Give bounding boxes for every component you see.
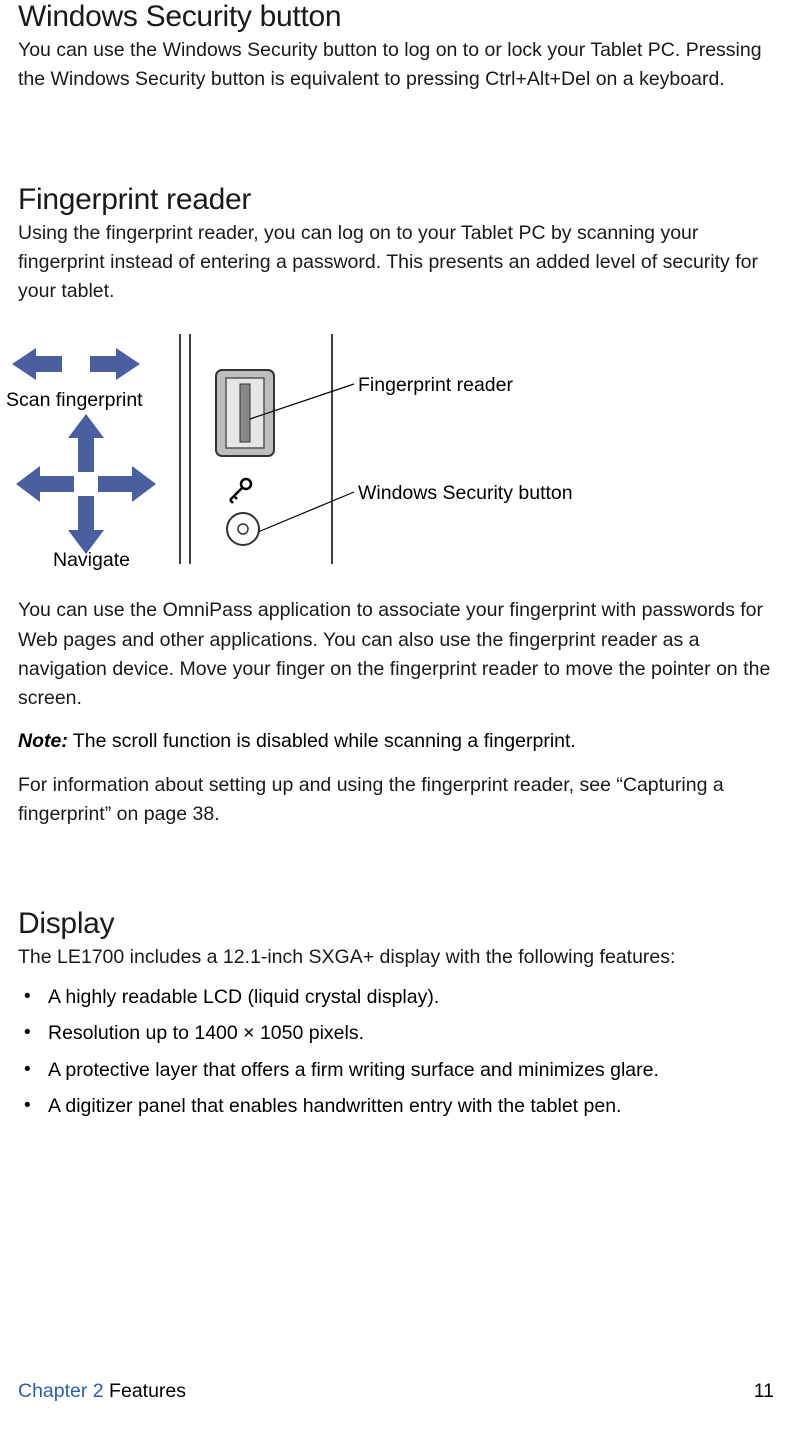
footer-chapter-label: Chapter 2 — [18, 1380, 104, 1402]
page-footer: Chapter 2 Features 11 — [18, 1380, 774, 1403]
list-item: Resolution up to 1400 × 1050 pixels. — [18, 1018, 774, 1048]
footer-page-number: 11 — [754, 1380, 774, 1403]
footer-chapter-name: Features — [104, 1380, 186, 1402]
note-label: Note: — [18, 730, 68, 752]
navigate-label: Navigate — [53, 549, 130, 572]
display-feature-list: A highly readable LCD (liquid crystal di… — [18, 982, 774, 1121]
heading-display: Display — [18, 907, 774, 941]
list-item: A digitizer panel that enables handwritt… — [18, 1091, 774, 1121]
list-item: A protective layer that offers a firm wr… — [18, 1055, 774, 1085]
list-item: A highly readable LCD (liquid crystal di… — [18, 982, 774, 1012]
callout-lines-icon — [238, 374, 356, 544]
fingerprint-reader-callout-label: Fingerprint reader — [358, 374, 513, 397]
windows-security-callout-label: Windows Security button — [358, 482, 573, 505]
note-scroll-disabled: Note: The scroll function is disabled wh… — [18, 727, 774, 756]
fingerprint-diagram: Scan fingerprint Navigate — [18, 334, 774, 574]
scan-arrows-icon — [12, 342, 152, 386]
heading-fingerprint-reader: Fingerprint reader — [18, 183, 774, 217]
scan-fingerprint-label: Scan fingerprint — [6, 389, 143, 412]
paragraph-see-capturing: For information about setting up and usi… — [18, 771, 774, 830]
paragraph-display-intro: The LE1700 includes a 12.1-inch SXGA+ di… — [18, 943, 774, 972]
navigate-arrows-icon — [16, 414, 156, 554]
heading-windows-security: Windows Security button — [18, 0, 774, 34]
paragraph-fingerprint-intro: Using the fingerprint reader, you can lo… — [18, 219, 774, 307]
note-body: The scroll function is disabled while sc… — [68, 730, 576, 752]
paragraph-windows-security: You can use the Windows Security button … — [18, 36, 774, 95]
paragraph-omnipass: You can use the OmniPass application to … — [18, 596, 774, 713]
